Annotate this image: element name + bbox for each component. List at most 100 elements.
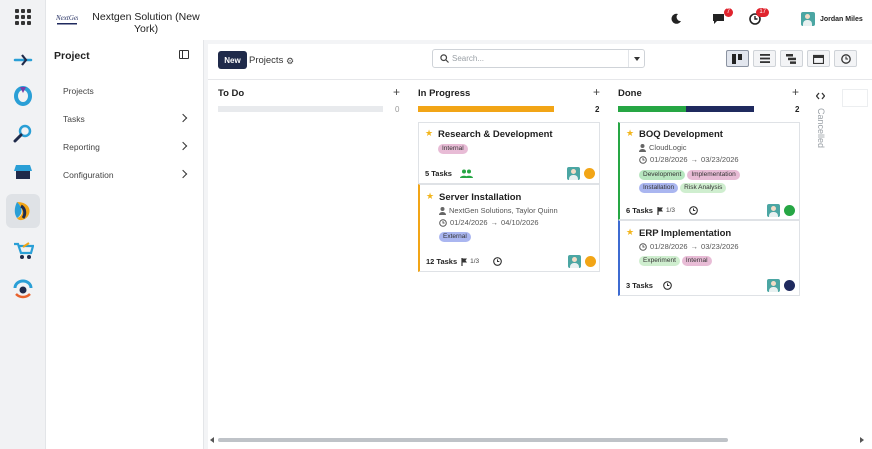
sidebar-item-tasks[interactable]: Tasks — [63, 114, 85, 124]
activities-badge: 17 — [756, 8, 769, 17]
app-icon-crm[interactable] — [6, 79, 40, 113]
app-icon-project[interactable] — [6, 194, 40, 228]
company-switcher[interactable]: NextGen Nextgen Solution (New York) — [46, 0, 204, 40]
clock-icon — [639, 155, 647, 164]
app-icon-helpdesk[interactable] — [6, 272, 40, 306]
list-view-button[interactable] — [753, 50, 776, 67]
card-dates: 01/24/2026 → 04/10/2026 — [439, 218, 539, 227]
add-column-area[interactable] — [842, 89, 868, 107]
column-progress-bar — [618, 106, 754, 112]
column-progress-bar — [218, 106, 383, 112]
column-count: 0 — [395, 105, 400, 114]
add-card-button[interactable]: + — [593, 85, 600, 99]
unfold-icon[interactable] — [816, 92, 825, 100]
list-icon — [759, 54, 770, 63]
gantt-icon — [786, 53, 796, 64]
sidebar-toggle-icon[interactable] — [179, 50, 189, 59]
app-icon-search-tool[interactable] — [6, 117, 40, 151]
arrow-right-icon: → — [690, 155, 699, 164]
sidebar-item-configuration[interactable]: Configuration — [63, 170, 114, 180]
calendar-view-button[interactable] — [807, 50, 830, 67]
main-content: New Projects ⚙ Search... To Do + 0 In Pr… — [208, 44, 872, 449]
star-icon[interactable]: ★ — [426, 191, 434, 202]
card-tags: Experiment Internal — [639, 254, 714, 266]
status-dot[interactable] — [784, 280, 795, 291]
user-name: Jordan Miles — [820, 15, 863, 23]
column-count: 2 — [595, 105, 600, 114]
kanban-card[interactable]: ★ Server Installation NextGen Solutions,… — [418, 184, 600, 272]
star-icon[interactable]: ★ — [626, 227, 634, 238]
scrollbar-thumb[interactable] — [218, 438, 728, 442]
star-icon[interactable]: ★ — [626, 128, 634, 139]
card-footer: 3 Tasks — [626, 281, 672, 290]
arrow-right-icon: → — [690, 242, 699, 251]
search-bar: Search... — [432, 49, 645, 68]
kanban-card[interactable]: ★ BOQ Development CloudLogic 01/28/2026 … — [618, 122, 800, 220]
new-button[interactable]: New — [218, 51, 247, 69]
search-icon — [440, 54, 449, 63]
app-icon-discuss[interactable] — [6, 43, 40, 77]
folded-column-cancelled[interactable]: Cancelled — [816, 108, 826, 148]
add-card-button[interactable]: + — [792, 85, 799, 99]
activity-clock-icon[interactable] — [689, 206, 698, 215]
assignee-avatar[interactable] — [767, 204, 780, 217]
apps-menu-icon[interactable] — [15, 9, 31, 25]
search-dropdown-toggle[interactable] — [628, 50, 644, 67]
card-dates: 01/28/2026 → 03/23/2026 — [639, 242, 739, 251]
column-title: Done — [618, 88, 642, 99]
column-title: To Do — [218, 88, 245, 99]
scroll-left-icon[interactable] — [210, 437, 215, 443]
kanban-icon — [732, 53, 742, 64]
users-icon — [459, 169, 473, 178]
app-icon-sales[interactable] — [6, 155, 40, 189]
scroll-right-icon[interactable] — [859, 437, 864, 443]
status-dot[interactable] — [784, 205, 795, 216]
search-input[interactable]: Search... — [452, 54, 484, 63]
activity-clock-icon[interactable] — [493, 257, 503, 266]
assignee-avatar[interactable] — [567, 167, 580, 180]
project-side-menu: Project Projects Tasks Reporting Configu… — [46, 40, 204, 449]
card-customer: CloudLogic — [639, 143, 687, 152]
clock-icon — [439, 218, 447, 227]
flag-icon — [657, 206, 663, 215]
task-count[interactable]: 12 Tasks — [426, 257, 457, 266]
user-menu[interactable]: Jordan Miles — [801, 12, 863, 26]
view-switcher — [726, 50, 857, 67]
tag: Internal — [681, 256, 712, 266]
top-bar: NextGen Nextgen Solution (New York) 7 17… — [46, 0, 872, 40]
card-title: ERP Implementation — [639, 228, 732, 239]
milestone-count: 1/3 — [470, 258, 480, 265]
sidebar-item-projects[interactable]: Projects — [63, 86, 94, 96]
status-dot[interactable] — [585, 256, 596, 267]
card-title: BOQ Development — [639, 129, 723, 140]
gear-icon[interactable]: ⚙ — [286, 56, 294, 67]
card-tags: Internal — [438, 142, 470, 154]
card-tags: Development Implementation Installation Ris… — [639, 167, 794, 193]
horizontal-scrollbar[interactable] — [208, 436, 864, 444]
kanban-view-button[interactable] — [726, 50, 749, 67]
activity-view-button[interactable] — [834, 50, 857, 67]
status-dot[interactable] — [584, 168, 595, 179]
kanban-card[interactable]: ★ ERP Implementation 01/28/2026 → 03/23/… — [618, 220, 800, 296]
card-footer: 6 Tasks 1/3 — [626, 206, 698, 215]
task-count[interactable]: 3 Tasks — [626, 281, 653, 290]
svg-text:NextGen: NextGen — [56, 14, 78, 22]
kanban-card[interactable]: ★ Research & Development Internal 5 Task… — [418, 122, 600, 184]
task-count[interactable]: 5 Tasks — [425, 169, 452, 178]
assignee-avatar[interactable] — [568, 255, 581, 268]
gantt-view-button[interactable] — [780, 50, 803, 67]
task-count[interactable]: 6 Tasks — [626, 206, 653, 215]
tag: Internal — [438, 144, 468, 154]
sidebar-item-reporting[interactable]: Reporting — [63, 142, 100, 152]
app-icon-purchase[interactable] — [6, 234, 40, 268]
column-progress-bar — [418, 106, 554, 112]
menu-title: Project — [54, 50, 90, 62]
assignee-avatar[interactable] — [767, 279, 780, 292]
activity-clock-icon[interactable] — [663, 281, 672, 290]
add-card-button[interactable]: + — [393, 85, 400, 99]
clock-icon — [840, 53, 851, 64]
user-avatar — [801, 12, 815, 26]
clock-icon: 17 — [749, 8, 769, 25]
star-icon[interactable]: ★ — [425, 128, 433, 139]
tag: Implementation — [687, 170, 740, 180]
